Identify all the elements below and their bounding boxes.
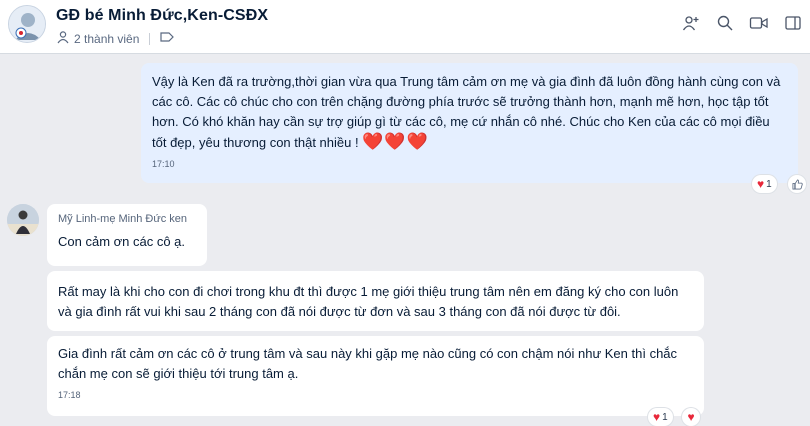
message-body: Vậy là Ken đã ra trường,thời gian vừa qu… — [152, 74, 781, 150]
message-text: Con cảm ơn các cô ạ. — [58, 234, 186, 249]
member-count[interactable]: 2 thành viên — [74, 32, 139, 46]
divider — [149, 32, 151, 45]
message-text: Rất may là khi cho con đi chơi trong khu… — [58, 284, 679, 319]
incoming-message[interactable]: Rất may là khi cho con đi chơi trong khu… — [47, 271, 704, 331]
add-member-icon[interactable] — [680, 12, 702, 34]
reaction-badge[interactable]: ♥ 1 — [648, 408, 673, 426]
member-info: 2 thành viên — [56, 30, 175, 47]
heart-icon: ♥ — [653, 410, 661, 424]
heart-icon: ♥ — [687, 410, 695, 424]
reaction-badge[interactable]: ♥ 1 — [752, 175, 777, 193]
message-text: Gia đình rất cảm ơn các cô ở trung tâm v… — [58, 346, 678, 381]
sender-avatar[interactable] — [7, 204, 39, 236]
like-reaction-button[interactable] — [788, 175, 806, 193]
header-actions — [680, 12, 804, 34]
message-time: 17:10 — [152, 159, 175, 169]
member-icon — [56, 30, 70, 47]
message-time: 17:18 — [58, 390, 81, 400]
incoming-message[interactable]: Gia đình rất cảm ơn các cô ở trung tâm v… — [47, 336, 704, 416]
group-avatar[interactable] — [8, 5, 46, 43]
reaction-count: 1 — [766, 178, 772, 190]
heart-reaction-button[interactable]: ♥ — [682, 408, 700, 426]
message-text: Vậy là Ken đã ra trường,thời gian vừa qu… — [152, 72, 785, 153]
chat-header: GĐ bé Minh Đức,Ken-CSĐX 2 thành viên — [0, 0, 810, 54]
reaction-count: 1 — [662, 411, 668, 423]
outgoing-message[interactable]: Vậy là Ken đã ra trường,thời gian vừa qu… — [141, 63, 798, 183]
sender-name: Mỹ Linh-mẹ Minh Đức ken — [58, 213, 188, 225]
conversation-title: GĐ bé Minh Đức,Ken-CSĐX — [56, 7, 269, 24]
search-icon[interactable] — [714, 12, 736, 34]
video-call-icon[interactable] — [748, 12, 770, 34]
label-tag-icon[interactable] — [160, 31, 175, 46]
thumbs-up-icon — [792, 179, 803, 189]
heart-emojis: ❤️❤️❤️ — [362, 132, 429, 151]
incoming-message[interactable]: Mỹ Linh-mẹ Minh Đức ken Con cảm ơn các c… — [47, 204, 207, 266]
heart-icon: ♥ — [757, 177, 765, 191]
sidebar-toggle-icon[interactable] — [782, 12, 804, 34]
